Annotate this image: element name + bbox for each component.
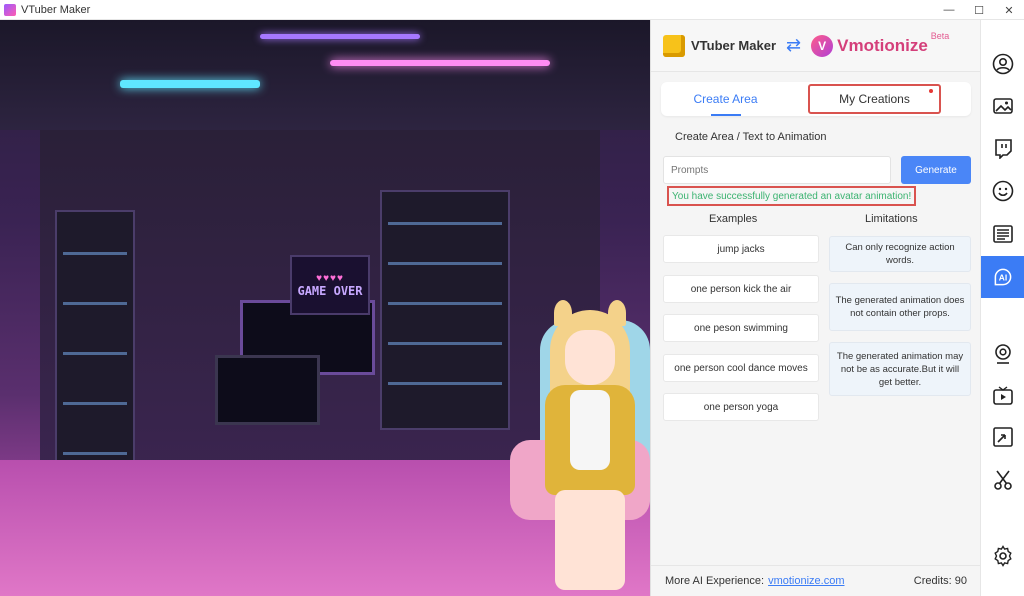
breadcrumb: Create Area / Text to Animation (675, 131, 827, 143)
toolbar-script-button[interactable] (981, 214, 1024, 254)
maximize-button[interactable]: ☐ (964, 0, 994, 20)
tab-create-area[interactable]: Create Area (661, 82, 790, 116)
toolbar-live-button[interactable] (981, 376, 1024, 416)
toolbar-cut-button[interactable] (981, 460, 1024, 500)
video-icon (992, 385, 1014, 407)
vtuber-maker-brand: VTuber Maker (691, 38, 777, 53)
game-over-screen: ♥♥♥♥ GAME OVER (290, 255, 370, 315)
neon-light (330, 60, 550, 66)
example-item[interactable]: one person kick the air (663, 275, 819, 303)
toolbar-twitch-button[interactable] (981, 128, 1024, 168)
handshake-icon: ⇄ (786, 35, 802, 55)
notification-dot (929, 89, 933, 93)
avatar-face (565, 330, 615, 385)
limitation-item: The generated animation may not be as ac… (829, 342, 971, 396)
right-toolbar: AI (980, 20, 1024, 596)
window-title: VTuber Maker (21, 3, 91, 16)
image-icon (992, 95, 1014, 117)
neon-light (260, 34, 420, 39)
webcam-icon (992, 343, 1014, 365)
settings-icon (992, 545, 1014, 567)
vmotionize-logo-icon: V (811, 34, 834, 57)
tab-bar: Create Area My Creations (661, 82, 971, 116)
limitation-item: Can only recognize action words. (829, 236, 971, 272)
panel-footer: More AI Experience: vmotionize.com Credi… (651, 565, 981, 596)
credits-count: Credits: 90 (913, 575, 967, 587)
ai-panel: VTuber Maker ⇄ V Vmotionize Beta Create … (650, 20, 981, 596)
face-icon (992, 180, 1014, 202)
minimize-button[interactable]: — (934, 0, 964, 20)
toolbar-resize-button[interactable] (981, 417, 1024, 457)
prompt-input[interactable] (663, 156, 891, 184)
examples-heading: Examples (709, 213, 758, 225)
limitation-item: The generated animation does not contain… (829, 283, 971, 331)
toolbar-webcam-button[interactable] (981, 334, 1024, 374)
example-item[interactable]: one peson swimming (663, 314, 819, 342)
avatar-scene-viewport[interactable]: ♥♥♥♥ GAME OVER (0, 20, 650, 596)
beta-badge: Beta (930, 30, 950, 41)
toolbar-avatar-button[interactable] (981, 44, 1024, 84)
app-icon (4, 3, 16, 16)
toolbar-settings-button[interactable] (981, 536, 1024, 576)
toolbar-background-button[interactable] (981, 86, 1024, 126)
limitations-heading: Limitations (865, 213, 918, 225)
window-controls: — ☐ ✕ (934, 0, 1024, 20)
scissors-icon (992, 469, 1014, 491)
avatar-shirt (570, 390, 610, 470)
success-message: You have successfully generated an avata… (667, 186, 917, 206)
twitch-icon (992, 137, 1014, 159)
close-button[interactable]: ✕ (994, 0, 1024, 20)
example-item[interactable]: one person cool dance moves (663, 354, 819, 382)
tab-my-creations-label: My Creations (839, 92, 910, 106)
hearts-text: ♥♥♥♥ (316, 272, 344, 284)
vtuber-avatar (530, 300, 650, 596)
svg-text:AI: AI (999, 272, 1007, 282)
toolbar-ai-button[interactable]: AI (981, 256, 1024, 298)
user-icon (992, 53, 1014, 75)
ai-icon: AI (992, 266, 1014, 288)
example-item[interactable]: jump jacks (663, 235, 819, 263)
toolbar-expression-button[interactable] (981, 171, 1024, 211)
generate-button[interactable]: Generate (901, 156, 971, 184)
vmotionize-brand: Vmotionize (837, 35, 928, 55)
brand-header: VTuber Maker ⇄ V Vmotionize Beta (651, 20, 981, 72)
monitor (215, 355, 320, 425)
neon-light (120, 80, 260, 88)
server-rack (380, 190, 510, 430)
resize-icon (992, 426, 1014, 448)
document-icon (992, 223, 1014, 245)
vmotionize-link[interactable]: vmotionize.com (768, 575, 844, 587)
avatar-legs (555, 490, 625, 590)
game-over-text: GAME OVER (297, 283, 363, 298)
tab-my-creations[interactable]: My Creations (808, 84, 941, 114)
more-ai-label: More AI Experience: (665, 575, 765, 587)
vtuber-maker-logo-icon (663, 34, 685, 57)
title-bar: VTuber Maker — ☐ ✕ (0, 0, 1024, 20)
example-item[interactable]: one person yoga (663, 393, 819, 421)
